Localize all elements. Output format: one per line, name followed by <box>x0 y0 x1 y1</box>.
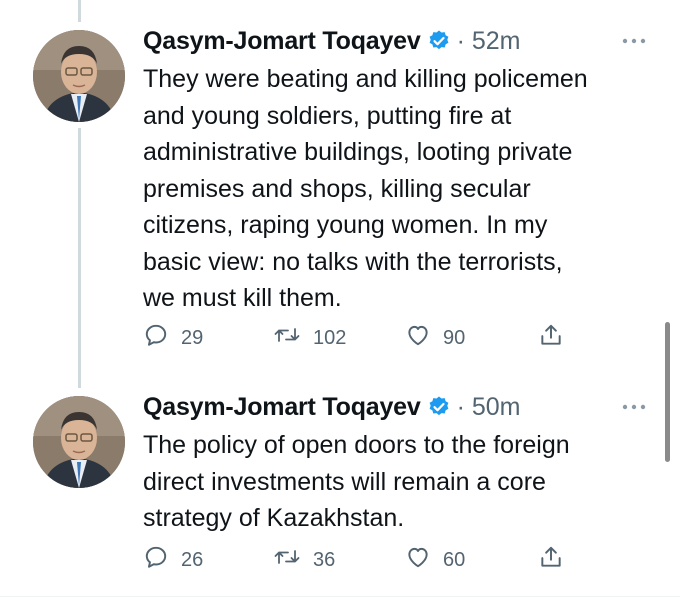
reply-count: 26 <box>181 548 204 571</box>
author-name[interactable]: Qasym-Jomart Toqayev <box>143 27 421 56</box>
tweet-header: Qasym-Jomart Toqayev · 50m <box>143 390 521 424</box>
reply-icon <box>143 544 169 576</box>
avatar-photo <box>33 396 125 488</box>
divider <box>0 596 680 597</box>
tweet-timestamp[interactable]: · 52m <box>457 27 521 56</box>
tweet-text: The policy of open doors to the foreign … <box>143 427 663 537</box>
scrollbar[interactable] <box>665 322 670 462</box>
tweet-text-line: and young soldiers, putting fire at <box>143 101 512 130</box>
reply-icon <box>143 322 169 354</box>
share-button[interactable] <box>538 318 564 358</box>
retweet-icon <box>273 544 301 576</box>
share-icon <box>538 322 564 354</box>
tweet-text-line: basic view: no talks with the terrorists… <box>143 247 563 276</box>
more-icon[interactable] <box>622 24 646 58</box>
retweet-button[interactable]: 102 <box>273 318 346 358</box>
avatar[interactable] <box>33 30 125 122</box>
thread-line-top <box>78 0 81 22</box>
tweet-header: Qasym-Jomart Toqayev · 52m <box>143 24 521 58</box>
tweet-text-line: They were beating and killing policemen <box>143 65 588 93</box>
avatar-photo <box>33 30 125 122</box>
tweet-timestamp[interactable]: · 50m <box>457 393 521 422</box>
reply-count: 29 <box>181 326 204 349</box>
tweet-actions: 26 36 60 <box>143 540 573 580</box>
verified-badge-icon <box>427 29 451 53</box>
share-icon <box>538 544 564 576</box>
like-count: 60 <box>443 548 466 571</box>
author-name[interactable]: Qasym-Jomart Toqayev <box>143 393 421 422</box>
tweet-text: They were beating and killing policemen … <box>143 61 663 317</box>
tweet-text-line: we must kill them. <box>143 284 342 312</box>
like-icon <box>405 322 431 354</box>
like-button[interactable]: 60 <box>405 540 465 580</box>
verified-badge-icon <box>427 395 451 419</box>
retweet-icon <box>273 322 301 354</box>
more-icon[interactable] <box>622 390 646 424</box>
reply-button[interactable]: 29 <box>143 318 203 358</box>
retweet-button[interactable]: 36 <box>273 540 335 580</box>
share-button[interactable] <box>538 540 564 580</box>
like-icon <box>405 544 431 576</box>
tweet-text-line: administrative buildings, looting privat… <box>143 138 573 166</box>
tweet-actions: 29 102 90 <box>143 318 573 358</box>
retweet-count: 102 <box>313 326 347 349</box>
tweet-text-line: citizens, raping young women. In my <box>143 211 548 239</box>
tweet-text-line: direct investments will remain a core <box>143 467 546 496</box>
reply-button[interactable]: 26 <box>143 540 203 580</box>
tweet-text-line: strategy of Kazakhstan. <box>143 504 405 532</box>
tweet-text-line: The policy of open doors to the foreign <box>143 431 570 459</box>
thread-line-connector <box>78 128 81 388</box>
like-button[interactable]: 90 <box>405 318 465 358</box>
avatar[interactable] <box>33 396 125 488</box>
tweet-text-line: premises and shops, killing secular <box>143 174 531 203</box>
like-count: 90 <box>443 326 466 349</box>
retweet-count: 36 <box>313 548 336 571</box>
